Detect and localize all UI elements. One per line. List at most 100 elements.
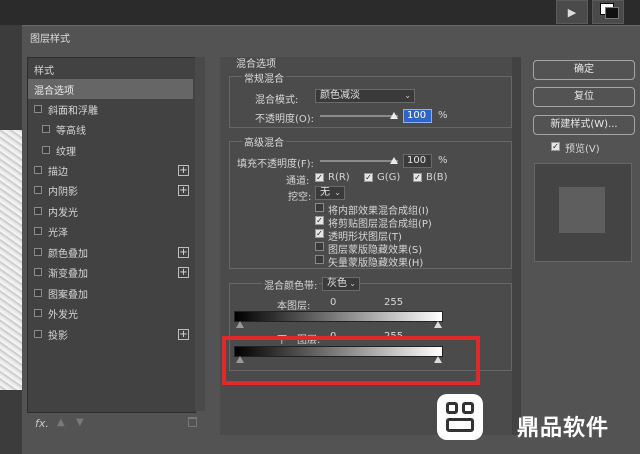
trash-icon[interactable]	[188, 417, 197, 427]
style-item-label: 外发光	[48, 309, 78, 321]
vector-mask-hides-checkbox[interactable]	[315, 255, 324, 264]
color-swatches-icon[interactable]	[592, 0, 624, 24]
style-item-stroke[interactable]: 描边	[28, 160, 193, 180]
blend-if-select[interactable]: 灰色 ⌄	[322, 277, 360, 291]
red-highlight-box	[222, 336, 480, 385]
knockout-label: 挖空:	[288, 192, 312, 203]
style-item-checkbox[interactable]	[34, 268, 42, 276]
style-item-checkbox[interactable]	[34, 166, 42, 174]
style-item-checkbox[interactable]	[34, 330, 42, 338]
preview-label: 预览(V)	[565, 144, 600, 155]
channel-g-label: G(G)	[377, 172, 401, 183]
this-layer-gradient-ramp	[234, 311, 443, 322]
panel-scrollbar[interactable]	[512, 57, 521, 435]
style-item-checkbox[interactable]	[34, 289, 42, 297]
ok-button[interactable]: 确定	[533, 60, 635, 80]
fx-icon[interactable]: fx.	[35, 417, 49, 430]
style-item-label: 内发光	[48, 207, 78, 219]
advanced-blending-title: 高级混合	[242, 134, 286, 149]
style-item-label: 投影	[48, 330, 68, 342]
style-item-blending-options[interactable]: 混合选项	[28, 79, 193, 99]
fill-opacity-slider[interactable]	[320, 160, 398, 162]
opacity-input[interactable]: 100	[403, 109, 432, 123]
preview-checkbox[interactable]: ✓	[551, 142, 560, 151]
style-item-bevel-emboss[interactable]: 斜面和浮雕	[28, 99, 193, 119]
style-item-gradient-overlay[interactable]: 渐变叠加	[28, 262, 193, 282]
style-item-checkbox[interactable]	[34, 227, 42, 235]
this-layer-white-slider[interactable]	[434, 321, 442, 328]
channel-r-label: R(R)	[328, 172, 350, 183]
style-item-inner-shadow[interactable]: 内阴影	[28, 180, 193, 200]
style-item-texture[interactable]: 纹理	[28, 140, 193, 160]
opacity-slider-thumb[interactable]	[390, 112, 398, 119]
opacity-label: 不透明度(O):	[255, 114, 315, 125]
style-item-drop-shadow[interactable]: 投影	[28, 324, 193, 344]
chevron-down-icon: ⌄	[334, 188, 341, 197]
style-item-checkbox[interactable]	[34, 309, 42, 317]
channel-r-checkbox[interactable]: ✓	[315, 173, 324, 182]
add-stroke-button[interactable]: +	[178, 165, 189, 176]
style-item-checkbox[interactable]	[42, 146, 50, 154]
fill-opacity-slider-thumb[interactable]	[390, 157, 398, 164]
style-item-label: 颜色叠加	[48, 248, 88, 260]
style-list-header-label: 样式	[34, 65, 54, 77]
blend-if-value: 灰色	[327, 278, 347, 289]
style-item-label: 等高线	[56, 125, 86, 137]
this-layer-label: 本图层:	[277, 301, 311, 312]
knockout-value: 无	[320, 187, 330, 198]
layer-mask-hides-checkbox[interactable]	[315, 242, 324, 251]
channel-b-label: B(B)	[426, 172, 448, 183]
blend-mode-label: 混合模式:	[255, 95, 299, 106]
transparency-shapes-checkbox[interactable]: ✓	[315, 229, 324, 238]
vector-mask-hides-label: 矢量蒙版隐藏效果(H)	[328, 258, 424, 269]
move-up-icon[interactable]: ▲	[57, 417, 65, 428]
chevron-down-icon: ⌄	[349, 279, 356, 288]
channel-g-checkbox[interactable]: ✓	[364, 173, 373, 182]
channel-b-checkbox[interactable]: ✓	[413, 173, 422, 182]
new-style-button[interactable]: 新建样式(W)...	[533, 115, 635, 135]
blend-clipped-layers-checkbox[interactable]: ✓	[315, 216, 324, 225]
opacity-slider[interactable]	[320, 115, 398, 117]
style-item-label: 渐变叠加	[48, 268, 88, 280]
style-item-satin[interactable]: 光泽	[28, 221, 193, 241]
style-item-contour[interactable]: 等高线	[28, 119, 193, 139]
style-item-checkbox[interactable]	[34, 207, 42, 215]
reset-button[interactable]: 复位	[533, 87, 635, 107]
blend-if-label: 混合颜色带:	[262, 277, 320, 292]
add-drop-shadow-button[interactable]: +	[178, 329, 189, 340]
style-list-scrollbar[interactable]	[195, 57, 205, 411]
add-inner-shadow-button[interactable]: +	[178, 185, 189, 196]
fill-opacity-unit: %	[438, 155, 448, 166]
watermark: 鼎品软件	[437, 394, 640, 453]
dialog-title: 图层样式	[30, 34, 70, 45]
style-item-label: 内阴影	[48, 186, 78, 198]
channels-label: 通道:	[286, 176, 310, 187]
section-title: 混合选项	[236, 59, 276, 70]
style-item-checkbox[interactable]	[42, 125, 50, 133]
play-icon[interactable]: ▶	[556, 0, 588, 24]
fill-opacity-input[interactable]: 100	[403, 154, 432, 168]
style-item-inner-glow[interactable]: 内发光	[28, 201, 193, 221]
style-item-label: 光泽	[48, 227, 68, 239]
style-item-label: 斜面和浮雕	[48, 105, 98, 117]
add-gradient-overlay-button[interactable]: +	[178, 267, 189, 278]
this-layer-high-value: 255	[384, 297, 404, 308]
style-item-color-overlay[interactable]: 颜色叠加	[28, 242, 193, 262]
style-item-pattern-overlay[interactable]: 图案叠加	[28, 283, 193, 303]
style-item-label: 纹理	[56, 146, 76, 158]
knockout-select[interactable]: 无 ⌄	[315, 186, 345, 200]
style-item-outer-glow[interactable]: 外发光	[28, 303, 193, 323]
style-item-label: 图案叠加	[48, 289, 88, 301]
this-layer-black-slider[interactable]	[236, 321, 244, 328]
style-item-checkbox[interactable]	[34, 248, 42, 256]
style-list-header[interactable]: 样式	[28, 59, 193, 79]
style-item-label: 混合选项	[34, 85, 74, 97]
style-item-checkbox[interactable]	[34, 105, 42, 113]
add-color-overlay-button[interactable]: +	[178, 247, 189, 258]
move-down-icon[interactable]: ▼	[76, 417, 84, 428]
chevron-down-icon: ⌄	[404, 91, 411, 100]
blend-interior-effects-checkbox[interactable]	[315, 203, 324, 212]
blend-mode-select[interactable]: 颜色减淡 ⌄	[315, 89, 415, 103]
style-item-checkbox[interactable]	[34, 186, 42, 194]
app-top-strip	[0, 0, 640, 25]
